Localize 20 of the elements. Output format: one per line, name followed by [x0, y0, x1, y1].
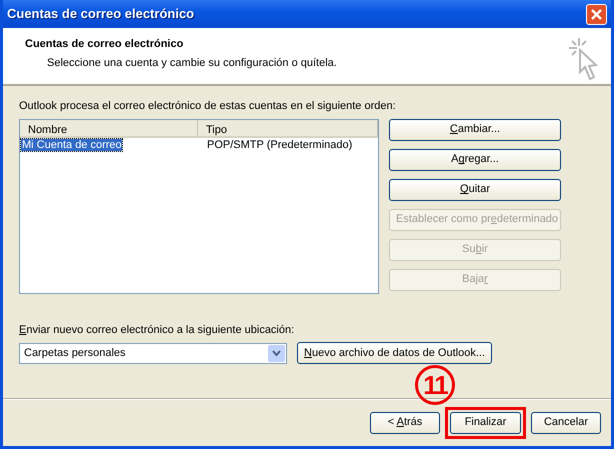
- cancel-button[interactable]: Cancelar: [531, 412, 601, 434]
- finish-button[interactable]: Finalizar: [450, 412, 521, 434]
- new-data-file-button[interactable]: Nuevo archivo de datos de Outlook...: [297, 342, 492, 364]
- account-type-cell[interactable]: POP/SMTP (Predeterminado): [206, 139, 352, 152]
- header-subtitle: Seleccione una cuenta y cambie su configuración o quítela.: [46, 56, 337, 70]
- account-action-button[interactable]: Cambiar...: [389, 118, 561, 140]
- close-button[interactable]: [586, 4, 607, 24]
- accounts-label: Outlook procesa el correo electrónico de estas cuentas en el siguiente orden:: [19, 99, 397, 114]
- header-title: Cuentas de correo electrónico: [25, 37, 184, 52]
- window-title: Cuentas de correo electrónico: [7, 5, 194, 24]
- account-name-cell[interactable]: Mi Cuenta de correo: [21, 139, 122, 152]
- location-label: Enviar nuevo correo electrónico a la siguiente ubicación:: [19, 322, 296, 338]
- close-icon: [590, 8, 603, 20]
- location-dropdown[interactable]: Carpetas personales: [19, 342, 287, 364]
- back-button[interactable]: < Atrás: [370, 412, 440, 434]
- column-header[interactable]: Nombre: [20, 120, 198, 136]
- column-header[interactable]: Tipo: [198, 120, 378, 136]
- step-number-marker: 11: [415, 365, 455, 405]
- account-action-button[interactable]: Agregar...: [389, 148, 561, 170]
- account-action-button[interactable]: Quitar: [389, 178, 561, 200]
